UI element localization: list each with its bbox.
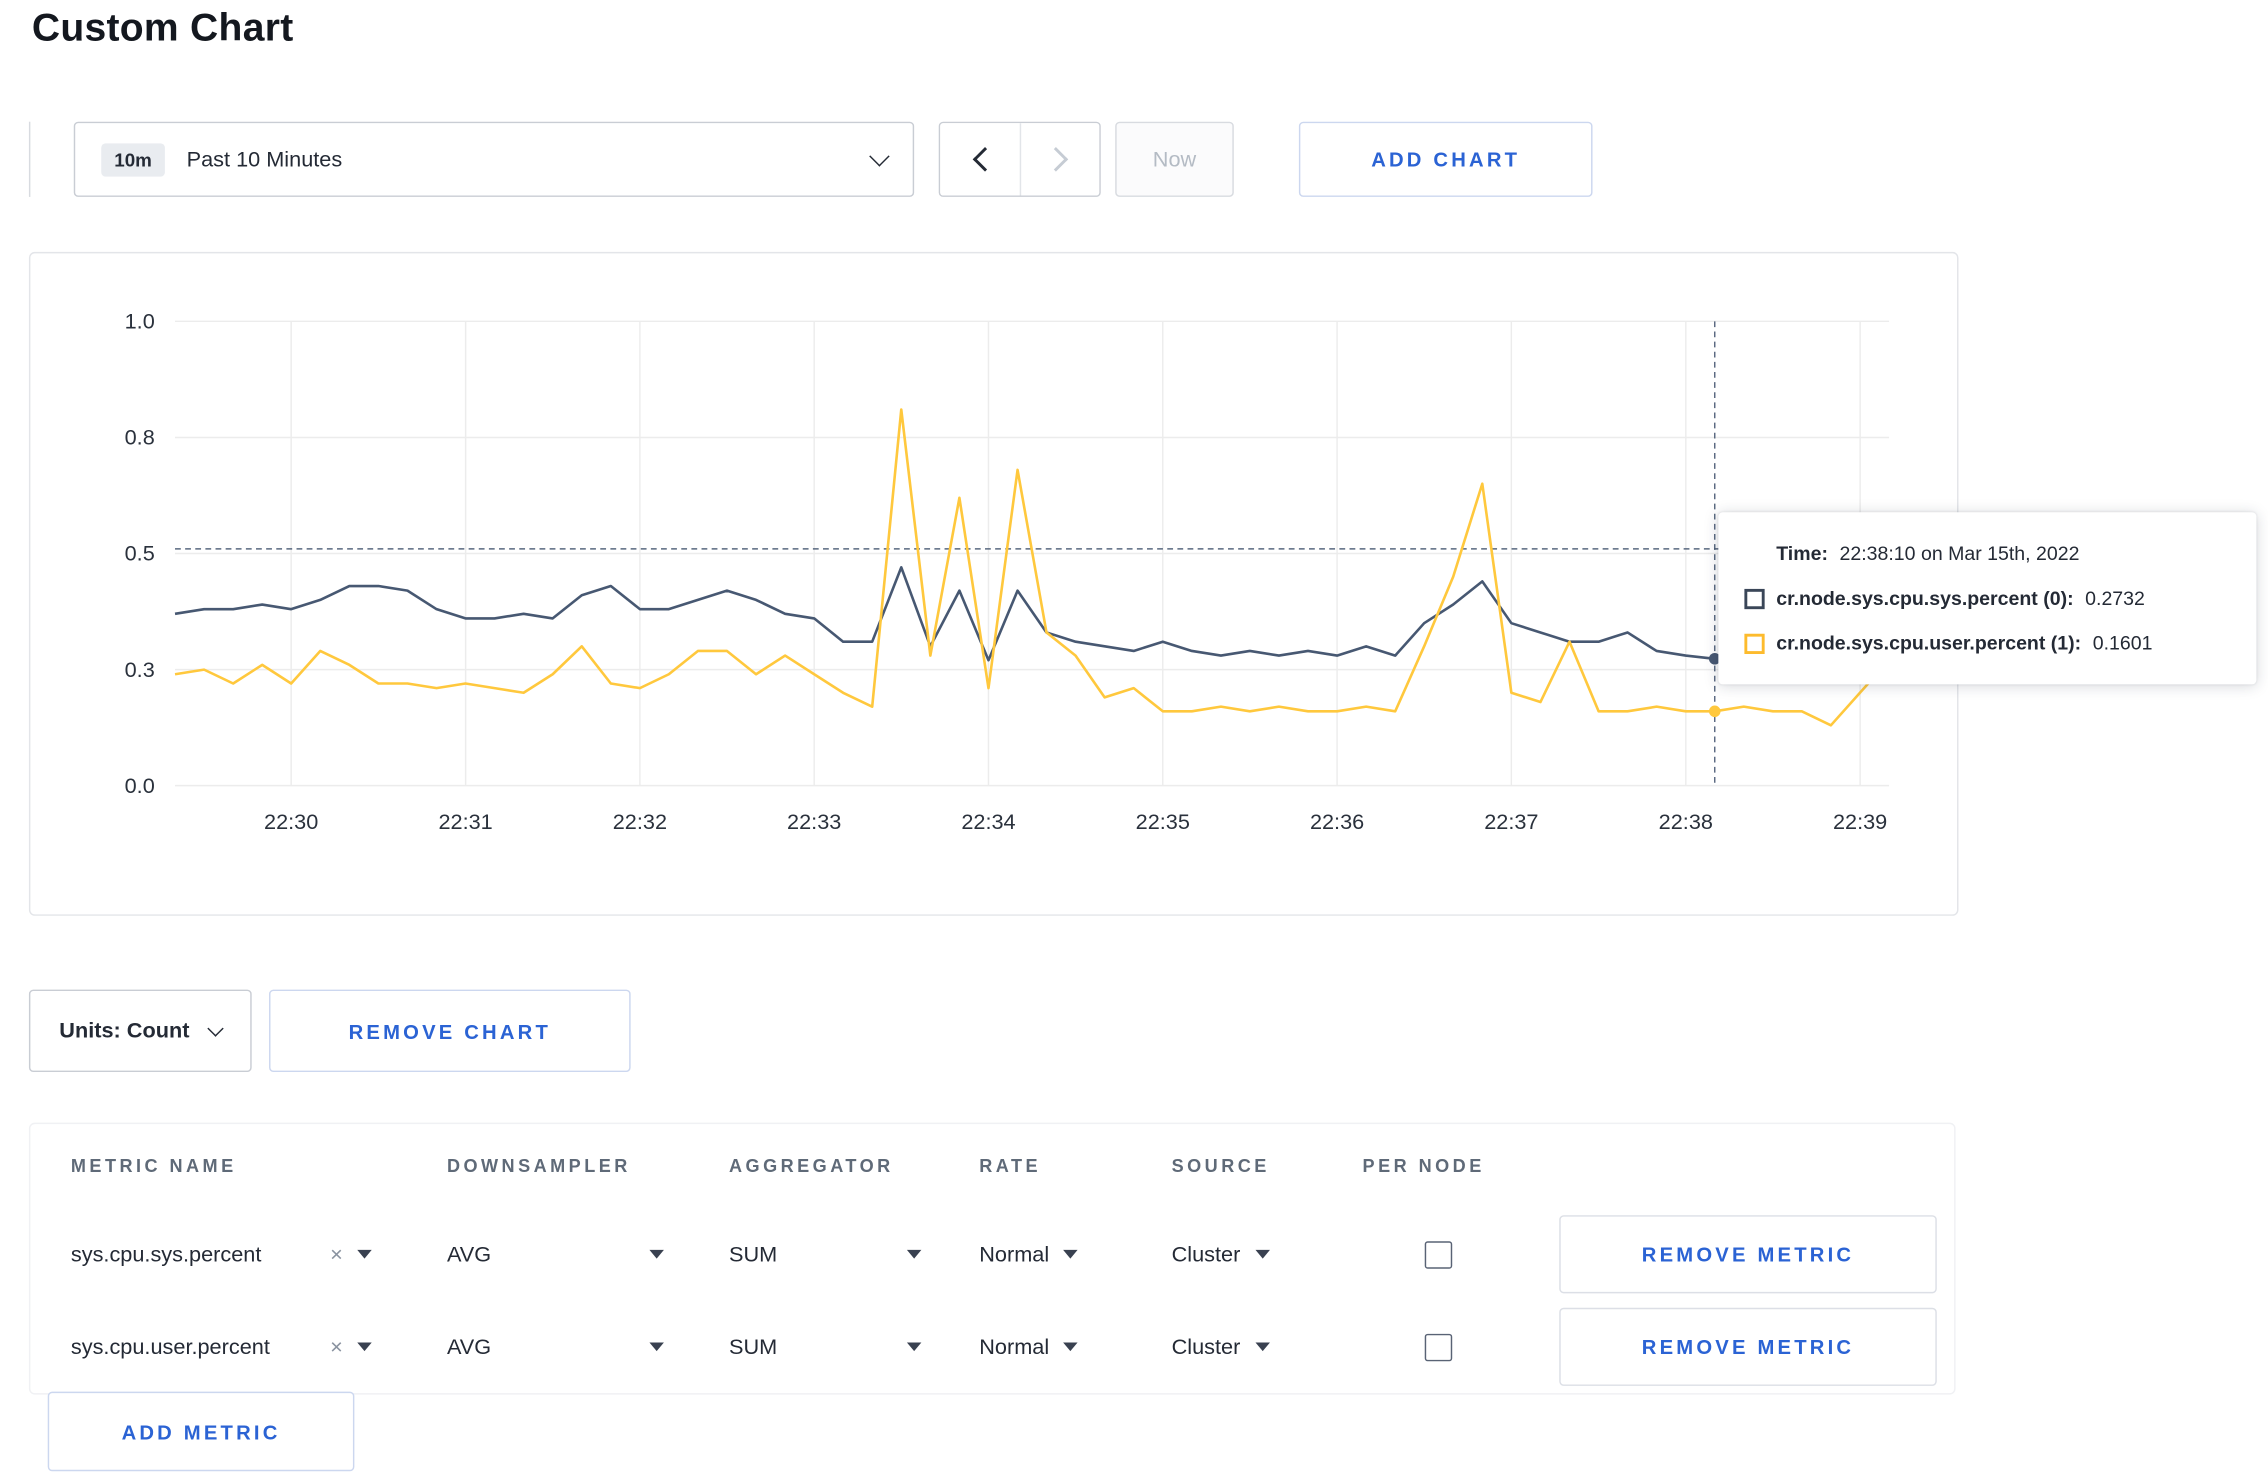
tooltip-series-label: cr.node.sys.cpu.sys.percent (0): — [1776, 587, 2074, 610]
svg-text:22:39: 22:39 — [1833, 809, 1887, 834]
source-select[interactable]: Cluster — [1172, 1242, 1363, 1267]
header-metric-name: METRIC NAME — [70, 1155, 237, 1177]
header-downsampler: DOWNSAMPLER — [446, 1155, 631, 1177]
custom-chart-page: Custom Chart 10m Past 10 Minutes Now ADD… — [0, 6, 2268, 1484]
aggregator-select[interactable]: SUM — [729, 1334, 922, 1360]
metric-name-select[interactable]: sys.cpu.sys.percent — [71, 1242, 372, 1267]
time-range-badge: 10m — [101, 142, 165, 176]
metrics-chart-svg[interactable]: 0.0 0.3 0.5 0.8 1.0 22:30 22:31 22:32 22:33 22:34… — [30, 253, 1957, 914]
caret-down-icon — [1063, 1342, 1079, 1352]
metric-name-value: sys.cpu.sys.percent — [70, 1241, 262, 1267]
now-button[interactable]: Now — [1115, 121, 1234, 197]
svg-text:22:31: 22:31 — [438, 809, 492, 834]
rate-value: Normal — [979, 1334, 1050, 1360]
units-label: Units: Count — [59, 1018, 190, 1044]
source-select[interactable]: Cluster — [1171, 1334, 1363, 1360]
chevron-left-icon — [972, 147, 997, 172]
time-range-label: Past 10 Minutes — [186, 147, 343, 172]
toolbar-divider — [28, 121, 31, 197]
rate-select[interactable]: Normal — [979, 1334, 1171, 1360]
remove-metric-button[interactable]: REMOVE METRIC — [1559, 1215, 1937, 1294]
chevron-down-icon — [869, 146, 890, 167]
clear-metric-icon[interactable] — [330, 1335, 343, 1360]
svg-text:22:30: 22:30 — [264, 809, 318, 834]
tooltip-series-row: cr.node.sys.cpu.user.percent (1): 0.1601 — [1744, 621, 2233, 666]
svg-text:22:35: 22:35 — [1136, 809, 1190, 834]
aggregator-select[interactable]: SUM — [729, 1241, 922, 1267]
caret-down-icon — [357, 1342, 372, 1352]
aggregator-value: SUM — [729, 1334, 778, 1360]
tooltip-series-value: 0.1601 — [2092, 632, 2153, 655]
downsampler-select[interactable]: AVG — [447, 1242, 664, 1267]
chart-panel: 0.0 0.3 0.5 0.8 1.0 22:30 22:31 22:32 22:33 22:34… — [28, 251, 1959, 916]
svg-text:0.5: 0.5 — [125, 541, 155, 566]
tooltip-time-label: Time: — [1776, 542, 1828, 565]
header-aggregator: AGGREGATOR — [729, 1155, 894, 1177]
svg-text:0.8: 0.8 — [125, 425, 155, 450]
source-value: Cluster — [1171, 1241, 1241, 1267]
header-source: SOURCE — [1171, 1155, 1270, 1177]
caret-down-icon — [1063, 1249, 1079, 1259]
remove-chart-button[interactable]: REMOVE CHART — [269, 989, 631, 1073]
rate-select[interactable]: Normal — [979, 1242, 1171, 1267]
tooltip-series-value: 0.2732 — [2085, 587, 2145, 610]
downsampler-value: AVG — [446, 1334, 492, 1360]
downsampler-value: AVG — [446, 1241, 492, 1267]
svg-text:22:37: 22:37 — [1484, 809, 1538, 834]
prev-range-button[interactable] — [940, 123, 1020, 196]
source-value: Cluster — [1171, 1334, 1241, 1360]
chart-tooltip: Time: 22:38:10 on Mar 15th, 2022 cr.node… — [1718, 512, 2257, 685]
svg-text:1.0: 1.0 — [125, 309, 155, 334]
metrics-table: METRIC NAME DOWNSAMPLER AGGREGATOR RATE … — [28, 1122, 1956, 1395]
tooltip-time-row: Time: 22:38:10 on Mar 15th, 2022 — [1744, 531, 2233, 576]
caret-down-icon — [906, 1342, 922, 1352]
rate-value: Normal — [979, 1241, 1050, 1267]
svg-text:22:32: 22:32 — [613, 809, 667, 834]
time-nav-group — [938, 121, 1101, 197]
svg-text:22:38: 22:38 — [1659, 809, 1713, 834]
aggregator-value: SUM — [729, 1241, 778, 1267]
tooltip-series-row: cr.node.sys.cpu.sys.percent (0): 0.2732 — [1744, 576, 2233, 621]
chevron-right-icon — [1043, 147, 1069, 172]
time-range-dropdown[interactable]: 10m Past 10 Minutes — [73, 121, 915, 197]
per-node-checkbox[interactable] — [1424, 1333, 1453, 1361]
metric-name-select[interactable]: sys.cpu.user.percent — [70, 1334, 372, 1360]
header-rate: RATE — [979, 1155, 1042, 1177]
next-range-button[interactable] — [1019, 123, 1100, 196]
metric-row: sys.cpu.sys.percent AVG SUM Normal Clust… — [30, 1208, 1954, 1301]
add-chart-button[interactable]: ADD CHART — [1298, 121, 1593, 197]
downsampler-select[interactable]: AVG — [446, 1334, 664, 1360]
svg-text:22:34: 22:34 — [961, 809, 1015, 834]
svg-text:22:36: 22:36 — [1310, 809, 1364, 834]
per-node-checkbox[interactable] — [1424, 1240, 1453, 1269]
chevron-down-icon — [207, 1020, 224, 1037]
tooltip-legend-square — [1744, 588, 1765, 609]
header-per-node: PER NODE — [1362, 1155, 1485, 1177]
clear-metric-icon[interactable] — [330, 1242, 343, 1267]
caret-down-icon — [906, 1249, 922, 1259]
caret-down-icon — [357, 1249, 372, 1259]
metrics-table-header: METRIC NAME DOWNSAMPLER AGGREGATOR RATE … — [30, 1124, 1954, 1208]
tooltip-series-label: cr.node.sys.cpu.user.percent (1): — [1776, 632, 2082, 655]
toolbar: 10m Past 10 Minutes Now ADD CHART — [28, 121, 1593, 197]
units-dropdown[interactable]: Units: Count — [28, 989, 252, 1073]
caret-down-icon — [1254, 1342, 1270, 1352]
tooltip-legend-square — [1744, 633, 1765, 654]
svg-text:22:33: 22:33 — [787, 809, 841, 834]
svg-text:0.3: 0.3 — [125, 657, 155, 682]
metric-row: sys.cpu.user.percent AVG SUM Normal Clus… — [30, 1301, 1954, 1394]
metric-name-value: sys.cpu.user.percent — [70, 1334, 270, 1360]
add-metric-button[interactable]: ADD METRIC — [47, 1391, 355, 1472]
chart-controls-row: Units: Count REMOVE CHART — [28, 989, 631, 1073]
caret-down-icon — [1254, 1249, 1270, 1259]
remove-metric-button[interactable]: REMOVE METRIC — [1559, 1307, 1937, 1386]
tooltip-time-value: 22:38:10 on Mar 15th, 2022 — [1839, 542, 2080, 565]
caret-down-icon — [649, 1249, 664, 1259]
svg-text:0.0: 0.0 — [125, 773, 155, 798]
page-title: Custom Chart — [31, 6, 294, 50]
caret-down-icon — [649, 1342, 664, 1352]
